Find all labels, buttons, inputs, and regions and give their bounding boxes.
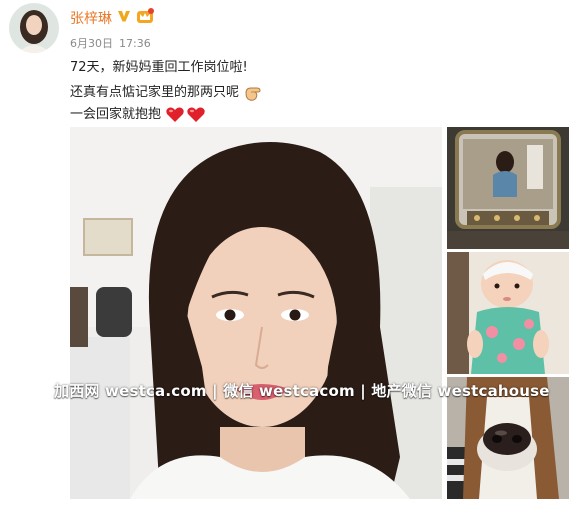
- post-text-line-2: 还真有点惦记家里的那两只呢: [70, 81, 263, 103]
- post-text-line-3-label: 一会回家就抱抱: [70, 107, 162, 122]
- two-red-hearts-icon: [166, 107, 205, 122]
- post-text-line-2-label: 还真有点惦记家里的那两只呢: [70, 85, 240, 100]
- verified-v-icon: [118, 11, 130, 22]
- username[interactable]: 张梓琳: [70, 8, 112, 28]
- post-date: 6月30日: [70, 37, 113, 50]
- side-photo-mirror[interactable]: [447, 127, 569, 249]
- post-text-line-1: 72天，新妈妈重回工作岗位啦!: [70, 60, 248, 75]
- avatar[interactable]: [9, 3, 59, 53]
- main-photo[interactable]: [70, 127, 442, 499]
- vip-crown-icon: [137, 8, 154, 23]
- pointing-paw-icon: [245, 87, 261, 101]
- post-time: 17:36: [119, 37, 151, 50]
- watermark: 加西网 westca.com | 微信 westcacom | 地产微信 wes…: [54, 382, 550, 400]
- weibo-post: 张梓琳 6月30日 17:36 72天，新妈妈重回工作岗位啦! 还真有点惦记家里的…: [0, 0, 578, 509]
- side-photo-baby[interactable]: [447, 252, 569, 374]
- post-text-line-3: 一会回家就抱抱: [70, 103, 207, 124]
- post-timestamp[interactable]: 6月30日 17:36: [70, 35, 157, 51]
